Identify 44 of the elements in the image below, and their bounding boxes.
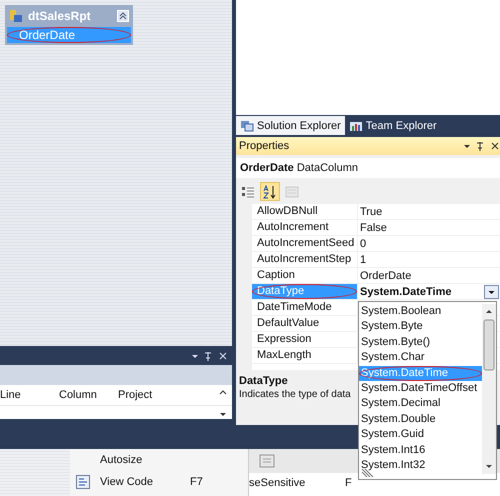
sort-az-icon <box>263 184 277 198</box>
property-name[interactable]: Caption <box>252 268 358 283</box>
property-name[interactable]: AutoIncrementStep <box>252 252 358 267</box>
property-name[interactable]: AutoIncrementSeed <box>252 236 358 251</box>
dropdown-option[interactable]: System.Int16 <box>359 442 482 458</box>
column-header[interactable]: Line <box>0 389 59 401</box>
team-icon <box>348 120 363 132</box>
panel-title: Properties <box>239 140 290 152</box>
property-pages-icon <box>285 184 299 198</box>
property-value: 1 <box>360 254 366 266</box>
object-selector[interactable]: OrderDate DataColumn <box>236 158 500 178</box>
property-value: System.DateTime <box>360 286 452 298</box>
column-header[interactable]: Project <box>118 389 177 401</box>
scrollbar-icon[interactable] <box>218 388 228 418</box>
categorized-icon <box>241 184 255 198</box>
scrollbar-icon[interactable] <box>482 304 496 474</box>
grid-cell: F <box>345 477 352 489</box>
collapse-icon[interactable] <box>117 10 129 22</box>
property-value: OrderDate <box>360 270 412 282</box>
property-name[interactable]: AutoIncrement <box>252 220 358 235</box>
dropdown-option[interactable]: System.Boolean <box>359 304 482 320</box>
explorer-tab[interactable]: Team Explorer <box>344 116 441 135</box>
description-title: DataType <box>239 375 288 387</box>
dropdown-option[interactable]: System.Char <box>359 350 482 366</box>
grid-cell-text: seSensitive <box>249 477 306 489</box>
explorer-tab[interactable]: Solution Explorer <box>236 116 345 135</box>
property-value: False <box>360 222 387 234</box>
dropdown-option[interactable]: System.Guid <box>359 427 482 443</box>
property-name[interactable]: AllowDBNull <box>252 204 358 219</box>
alphabetical-button[interactable] <box>260 182 280 201</box>
solution-icon <box>240 120 254 132</box>
property-value: True <box>360 206 382 218</box>
dropdown-option[interactable]: System.DateTimeOffset <box>359 380 482 396</box>
dropdown-option[interactable]: System.Double <box>359 412 482 428</box>
dropdown-option[interactable]: System.Decimal <box>359 396 482 412</box>
property-value: 0 <box>360 238 366 250</box>
dropdown-option[interactable]: System.Byte() <box>359 334 482 350</box>
dropdown-option[interactable]: System.Byte <box>359 319 482 335</box>
description-text: Indicates the type of data <box>239 389 351 400</box>
column-header[interactable]: Column <box>59 389 118 401</box>
menu-item[interactable]: Autosize <box>70 449 248 471</box>
table-icon <box>9 9 23 23</box>
table-title: dtSalesRpt <box>28 9 92 23</box>
menu-item[interactable]: View Code F7 <box>70 471 248 493</box>
